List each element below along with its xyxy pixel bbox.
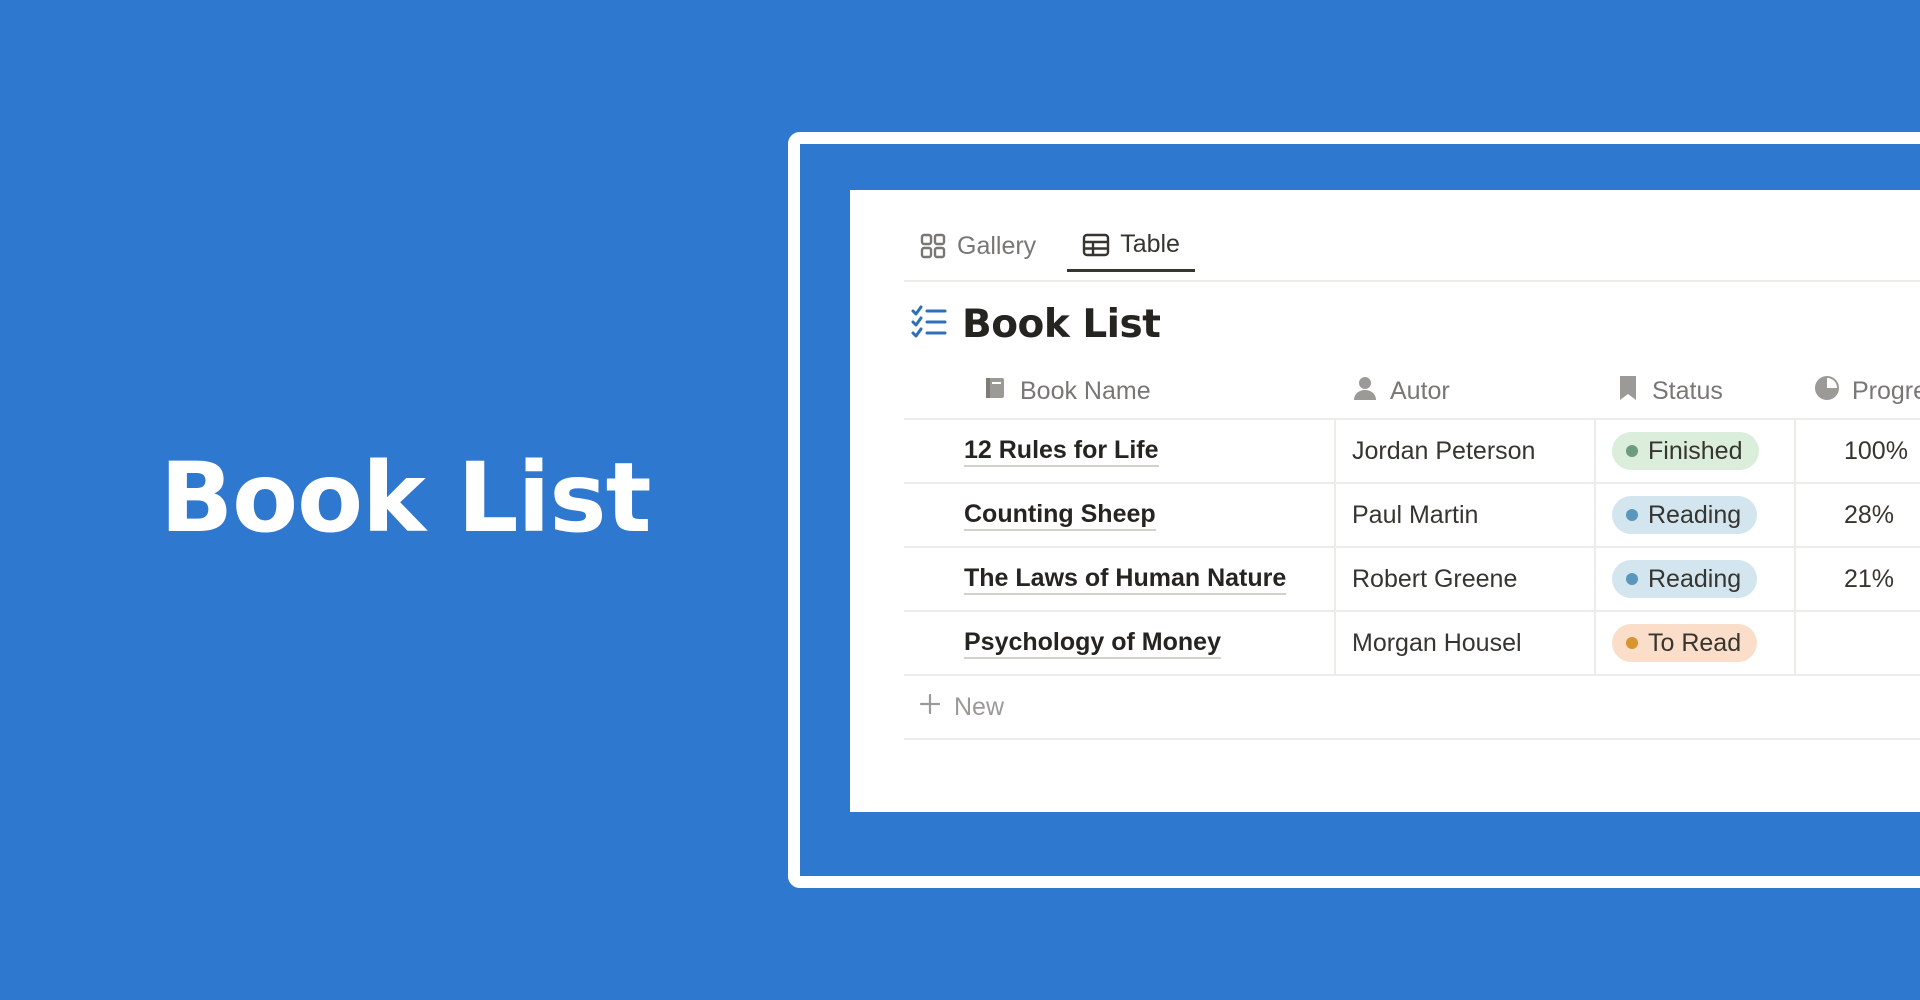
status-label: To Read	[1648, 628, 1742, 657]
status-label: Reading	[1648, 500, 1742, 529]
status-badge[interactable]: Reading	[1612, 560, 1758, 598]
cell-author[interactable]: Morgan Housel	[1334, 612, 1594, 674]
status-label: Finished	[1648, 436, 1743, 465]
table-header-row: Book Name Autor Status Progr	[904, 364, 1920, 420]
author-text: Robert Greene	[1352, 564, 1518, 593]
author-text: Paul Martin	[1352, 500, 1479, 529]
cell-book-name[interactable]: 12 Rules for Life	[904, 420, 1334, 482]
cell-author[interactable]: Robert Greene	[1334, 548, 1594, 610]
cell-book-name[interactable]: Counting Sheep	[904, 484, 1334, 546]
cell-author[interactable]: Paul Martin	[1334, 484, 1594, 546]
status-dot	[1626, 509, 1638, 521]
cell-status[interactable]: Reading	[1594, 484, 1794, 546]
notion-panel: Gallery Table Book List Book Name Autor …	[850, 190, 1920, 812]
author-text: Jordan Peterson	[1352, 436, 1536, 465]
tab-table[interactable]: Table	[1067, 220, 1195, 272]
database-title-text: Book List	[962, 302, 1161, 347]
database-title: Book List	[910, 302, 1161, 347]
tab-gallery[interactable]: Gallery	[904, 220, 1051, 272]
cell-progress[interactable]: 28%	[1794, 484, 1920, 546]
book-name-link[interactable]: 12 Rules for Life	[964, 435, 1159, 467]
progress-value: 28%	[1844, 500, 1895, 529]
cell-book-name[interactable]: The Laws of Human Nature	[904, 548, 1334, 610]
status-dot	[1626, 573, 1638, 585]
new-row-label: New	[954, 692, 1005, 721]
hero-title: Book List	[160, 442, 651, 554]
tab-gallery-label: Gallery	[957, 231, 1037, 260]
table-row[interactable]: 12 Rules for Life Jordan Peterson Finished…	[904, 420, 1920, 484]
book-name-link[interactable]: Psychology of Money	[964, 627, 1221, 659]
status-badge[interactable]: Reading	[1612, 496, 1758, 534]
status-badge[interactable]: To Read	[1612, 624, 1758, 662]
cell-author[interactable]: Jordan Peterson	[1334, 420, 1594, 482]
table-row[interactable]: The Laws of Human Nature Robert Greene Rea…	[904, 548, 1920, 612]
cell-book-name[interactable]: Psychology of Money	[904, 612, 1334, 674]
column-header-progress[interactable]: Progress	[1794, 364, 1920, 418]
table-row[interactable]: Psychology of Money Morgan Housel To Read	[904, 612, 1920, 676]
bookmark-icon	[1616, 374, 1640, 409]
column-header-book-name[interactable]: Book Name	[904, 364, 1334, 418]
cell-status[interactable]: Reading	[1594, 548, 1794, 610]
book-name-link[interactable]: Counting Sheep	[964, 499, 1156, 531]
column-header-label: Book Name	[1020, 376, 1151, 405]
cell-status[interactable]: Finished	[1594, 420, 1794, 482]
column-header-label: Progress	[1852, 376, 1920, 405]
gallery-icon	[919, 232, 947, 260]
status-badge[interactable]: Finished	[1612, 432, 1759, 470]
view-tabs: Gallery Table	[904, 220, 1195, 272]
column-header-author[interactable]: Autor	[1334, 364, 1594, 418]
column-header-label: Autor	[1390, 376, 1450, 405]
plus-icon	[918, 692, 942, 723]
progress-value: 100%	[1844, 436, 1908, 465]
cell-status[interactable]: To Read	[1594, 612, 1794, 674]
pie-icon	[1814, 375, 1840, 408]
author-text: Morgan Housel	[1352, 628, 1522, 657]
new-row-button[interactable]: New	[904, 676, 1920, 740]
tab-table-label: Table	[1120, 230, 1180, 258]
book-table: Book Name Autor Status Progr 12 Rules fo…	[904, 364, 1920, 740]
progress-value: 21%	[1844, 564, 1895, 593]
book-icon	[982, 375, 1008, 408]
tabs-divider	[904, 280, 1920, 282]
checklist-icon	[910, 303, 948, 346]
status-dot	[1626, 637, 1638, 649]
cell-progress[interactable]	[1794, 612, 1920, 674]
cell-progress[interactable]: 100%	[1794, 420, 1920, 482]
table-icon	[1082, 231, 1110, 259]
cell-progress[interactable]: 21%	[1794, 548, 1920, 610]
column-header-status[interactable]: Status	[1594, 364, 1794, 418]
person-icon	[1352, 375, 1378, 408]
status-label: Reading	[1648, 564, 1742, 593]
column-header-label: Status	[1652, 376, 1723, 405]
book-name-link[interactable]: The Laws of Human Nature	[964, 563, 1287, 595]
status-dot	[1626, 445, 1638, 457]
table-body: 12 Rules for Life Jordan Peterson Finished…	[904, 420, 1920, 676]
table-row[interactable]: Counting Sheep Paul Martin Reading 28%	[904, 484, 1920, 548]
